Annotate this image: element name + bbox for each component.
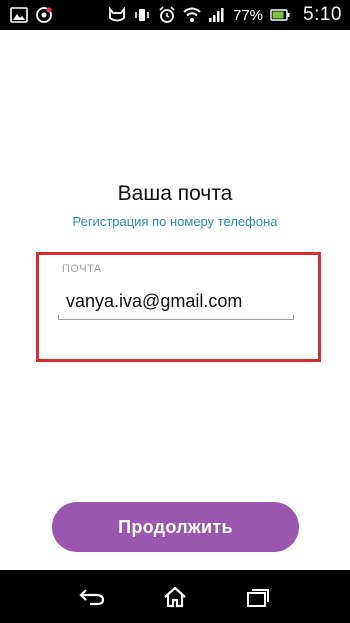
battery-percent: 77% <box>232 6 264 24</box>
recent-apps-icon[interactable] <box>238 577 278 617</box>
email-input-underline-left-tick <box>58 315 59 320</box>
status-bar-left <box>10 6 53 24</box>
continue-button[interactable]: Продолжить <box>52 502 299 552</box>
battery-icon <box>270 9 290 21</box>
home-icon[interactable] <box>155 577 195 617</box>
status-bar-right: 77% 5:10 <box>108 4 342 26</box>
register-by-phone-link[interactable]: Регистрация по номеру телефона <box>0 214 350 229</box>
email-input[interactable] <box>58 283 294 319</box>
clock: 5:10 <box>303 4 342 25</box>
media-icon <box>35 6 53 24</box>
email-input-underline <box>58 319 294 320</box>
email-field-label: ПОЧТА <box>62 263 102 275</box>
gallery-icon <box>10 7 28 23</box>
navigation-bar <box>0 570 350 623</box>
status-bar: 77% 5:10 <box>0 0 350 30</box>
signup-email-screen: Ваша почта Регистрация по номеру телефон… <box>0 30 350 570</box>
email-input-underline-right-tick <box>293 315 294 320</box>
page-title: Ваша почта <box>117 182 233 205</box>
wifi-icon <box>183 7 201 23</box>
back-icon[interactable] <box>72 577 112 617</box>
alarm-icon <box>158 6 176 24</box>
signal-icon <box>208 7 224 23</box>
cat-icon <box>108 7 126 23</box>
vibrate-icon <box>133 7 151 23</box>
